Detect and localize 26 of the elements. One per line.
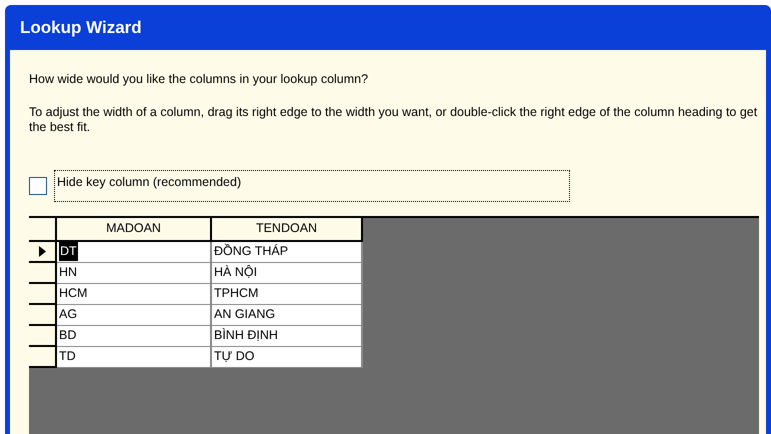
- table-cell-text: ĐỒNG THÁP: [214, 242, 288, 260]
- question-text: How wide would you like the columns in your lookup column?: [29, 71, 370, 88]
- checkbox[interactable]: [29, 176, 47, 195]
- table-cell-text: BD: [59, 327, 76, 344]
- column-header[interactable]: TENDOAN: [212, 218, 363, 242]
- table-cell-text: BÌNH ĐỊNH: [214, 327, 278, 344]
- table-cell: DT: [59, 242, 78, 262]
- table-cell-text: TỰ DO: [214, 348, 255, 366]
- instructions-text: To adjust the width of a column, drag its right edge to the width you want, or double-click the right edge of the column heading to get the best fit.: [29, 104, 758, 135]
- row-selector[interactable]: [29, 284, 57, 305]
- table-cell-text: HN: [59, 264, 78, 282]
- table-cell-text: AN GIANG: [214, 306, 276, 324]
- table-cell-text: TD: [59, 348, 76, 366]
- table-cell-text: AG: [59, 306, 78, 324]
- current-row-icon: [38, 246, 46, 257]
- row-selector[interactable]: [29, 346, 57, 368]
- row-selector[interactable]: [29, 304, 57, 326]
- table-cell-text: HCM: [59, 285, 88, 302]
- window-title: Lookup Wizard: [20, 16, 142, 39]
- row-selector[interactable]: [29, 262, 57, 284]
- table-cell-text: TPHCM: [214, 285, 258, 302]
- hide-key-column-label[interactable]: Hide key column (recommended): [54, 170, 570, 202]
- row-selector[interactable]: [29, 242, 57, 263]
- row-selector[interactable]: [29, 326, 57, 347]
- table-cell-text: HÀ NỘI: [214, 264, 258, 282]
- column-header[interactable]: MADOAN: [57, 218, 212, 242]
